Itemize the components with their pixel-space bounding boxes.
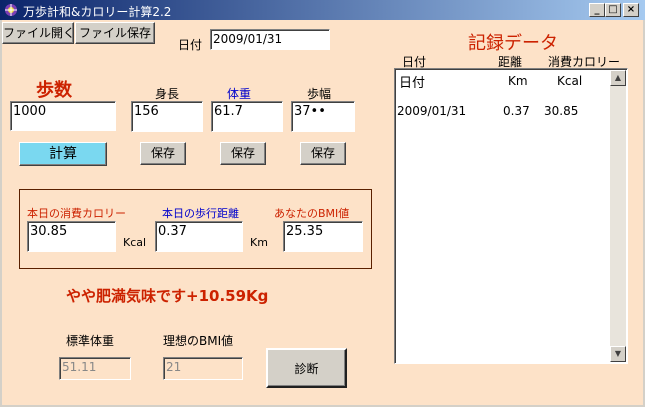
record-row-distance[interactable]: 0.37 <box>503 104 530 118</box>
records-scrollbar[interactable] <box>610 70 626 362</box>
stride-label: 歩幅 <box>307 87 332 101</box>
calorie-unit: Kcal <box>123 236 147 249</box>
record-row-calorie[interactable]: 30.85 <box>544 104 578 118</box>
save-file-button[interactable]: ファイル保存 <box>75 22 155 44</box>
window-title: 万歩計和&カロリー計算2.2 <box>23 5 172 19</box>
ideal-bmi-label: 理想のBMI値 <box>163 334 234 348</box>
records-title: 記録データ <box>468 33 558 54</box>
maximize-icon: □ <box>608 4 618 15</box>
close-button[interactable]: × <box>623 3 639 17</box>
distance-field[interactable]: 0.37 <box>155 221 243 252</box>
ideal-bmi-field[interactable]: 21 <box>163 357 243 380</box>
standard-weight-label: 標準体重 <box>66 334 115 348</box>
stride-field[interactable]: 37•• <box>291 101 355 132</box>
distance-unit: Km <box>250 236 268 249</box>
date-label: 日付 <box>178 38 203 52</box>
weight-label: 体重 <box>227 87 252 101</box>
height-save-button[interactable]: 保存 <box>140 142 186 165</box>
list-header-date: 日付 <box>399 76 426 91</box>
record-row-date[interactable]: 2009/01/31 <box>397 104 466 118</box>
weight-save-button[interactable]: 保存 <box>220 142 266 165</box>
open-file-button[interactable]: ファイル開く <box>2 22 75 44</box>
close-icon: × <box>626 4 636 15</box>
scroll-up-icon: ▲ <box>614 73 622 82</box>
height-label: 身長 <box>155 87 180 101</box>
distance-label: 本日の歩行距離 <box>162 207 239 220</box>
bmi-field[interactable]: 25.35 <box>283 221 363 252</box>
minimize-icon: _ <box>594 4 600 15</box>
app-icon <box>3 2 19 18</box>
calorie-label: 本日の消費カロリー <box>27 207 126 220</box>
scroll-down-button[interactable]: ▼ <box>610 346 626 362</box>
diagnosis-message: やや肥満気味です+10.59Kg <box>66 287 269 305</box>
bmi-label: あなたのBMI値 <box>274 207 350 220</box>
steps-field[interactable]: 1000 <box>10 101 116 131</box>
weight-field[interactable]: 61.7 <box>211 101 283 132</box>
list-header-km: Km <box>508 74 528 88</box>
diagnose-button[interactable]: 診断 <box>266 348 347 388</box>
date-field[interactable]: 2009/01/31 <box>210 29 330 50</box>
title-bar: 万歩計和&カロリー計算2.2 _ □ × <box>0 0 645 20</box>
scroll-up-button[interactable]: ▲ <box>610 70 626 86</box>
minimize-button[interactable]: _ <box>589 3 605 17</box>
height-field[interactable]: 156 <box>131 101 203 132</box>
calorie-field[interactable]: 30.85 <box>27 221 116 252</box>
maximize-button[interactable]: □ <box>605 3 621 17</box>
steps-label: 歩数 <box>36 80 72 101</box>
standard-weight-field[interactable]: 51.11 <box>59 357 131 380</box>
calculate-button[interactable]: 計算 <box>19 142 107 166</box>
scroll-down-icon: ▼ <box>614 349 622 358</box>
stride-save-button[interactable]: 保存 <box>300 142 346 165</box>
list-header-kcal: Kcal <box>557 74 583 88</box>
